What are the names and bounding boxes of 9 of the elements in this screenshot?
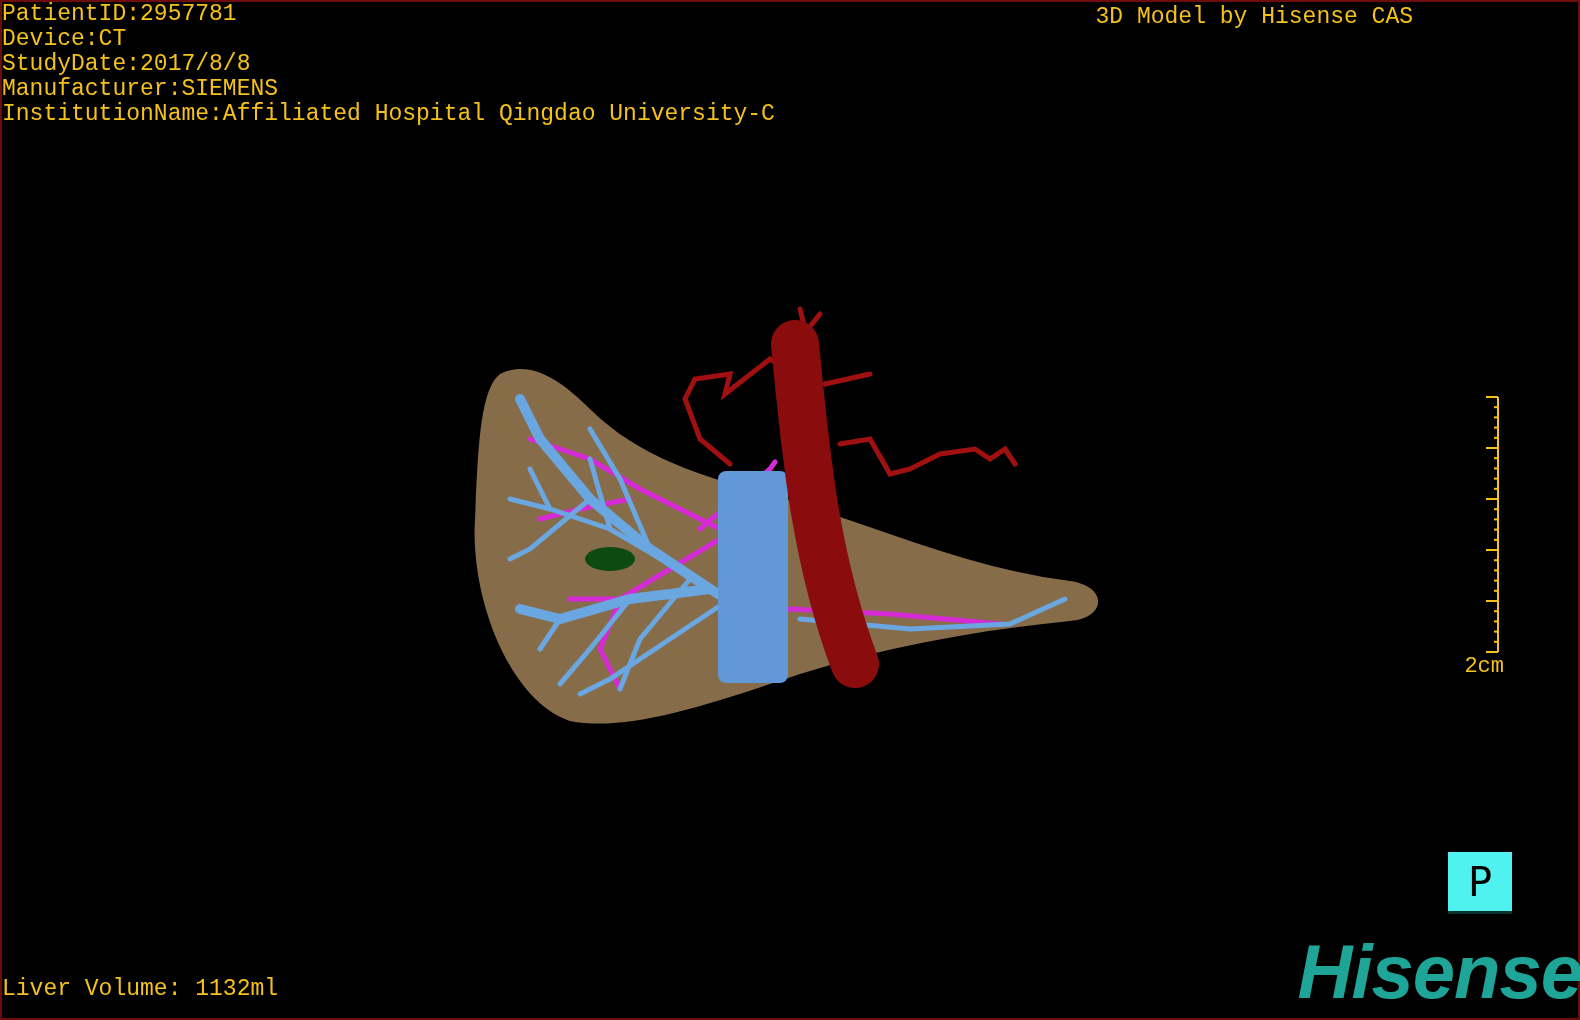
patient-info-text: StudyDate:2017/8/8 [2, 52, 252, 77]
patient-info-text: Device:CT [2, 27, 128, 52]
liver-volume-text: Liver Volume: 1132ml [2, 976, 279, 1002]
orientation-button[interactable]: P [1448, 852, 1512, 914]
patient-info-text: InstitutionName:Affiliated Hospital Qingdao University-C [2, 102, 775, 127]
patient-info-text: PatientID:2957781 [2, 2, 238, 27]
patient-info-text: Manufacturer:SIEMENS [2, 77, 280, 102]
scale-label: 2cm [1464, 655, 1504, 679]
viewer-title: 3D Model by Hisense CAS [1095, 3, 1413, 32]
